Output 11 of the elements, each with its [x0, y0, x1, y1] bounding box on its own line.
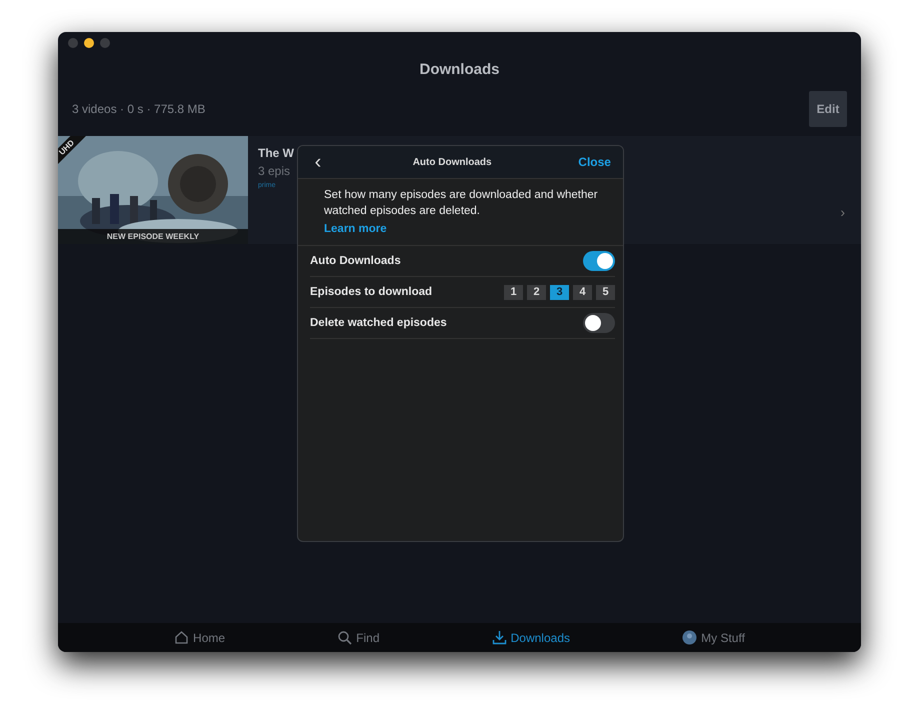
setting-label: Delete watched episodes	[310, 317, 447, 329]
episode-count: 3 epis	[258, 164, 292, 178]
thumbnail-caption: NEW EPISODE WEEKLY	[58, 229, 248, 244]
setting-label: Episodes to download	[310, 286, 432, 298]
dialog-description: Set how many episodes are downloaded and whether watched episodes are deleted.	[324, 188, 599, 219]
window-title: Downloads	[418, 60, 500, 80]
download-summary: 3 videos · 0 s · 775.8 MB	[72, 102, 206, 116]
setting-label: Auto Downloads	[310, 255, 401, 267]
dialog-title: Auto Downloads	[412, 156, 492, 168]
download-title: The W	[258, 146, 295, 160]
chevron-icon: ›	[840, 204, 845, 220]
